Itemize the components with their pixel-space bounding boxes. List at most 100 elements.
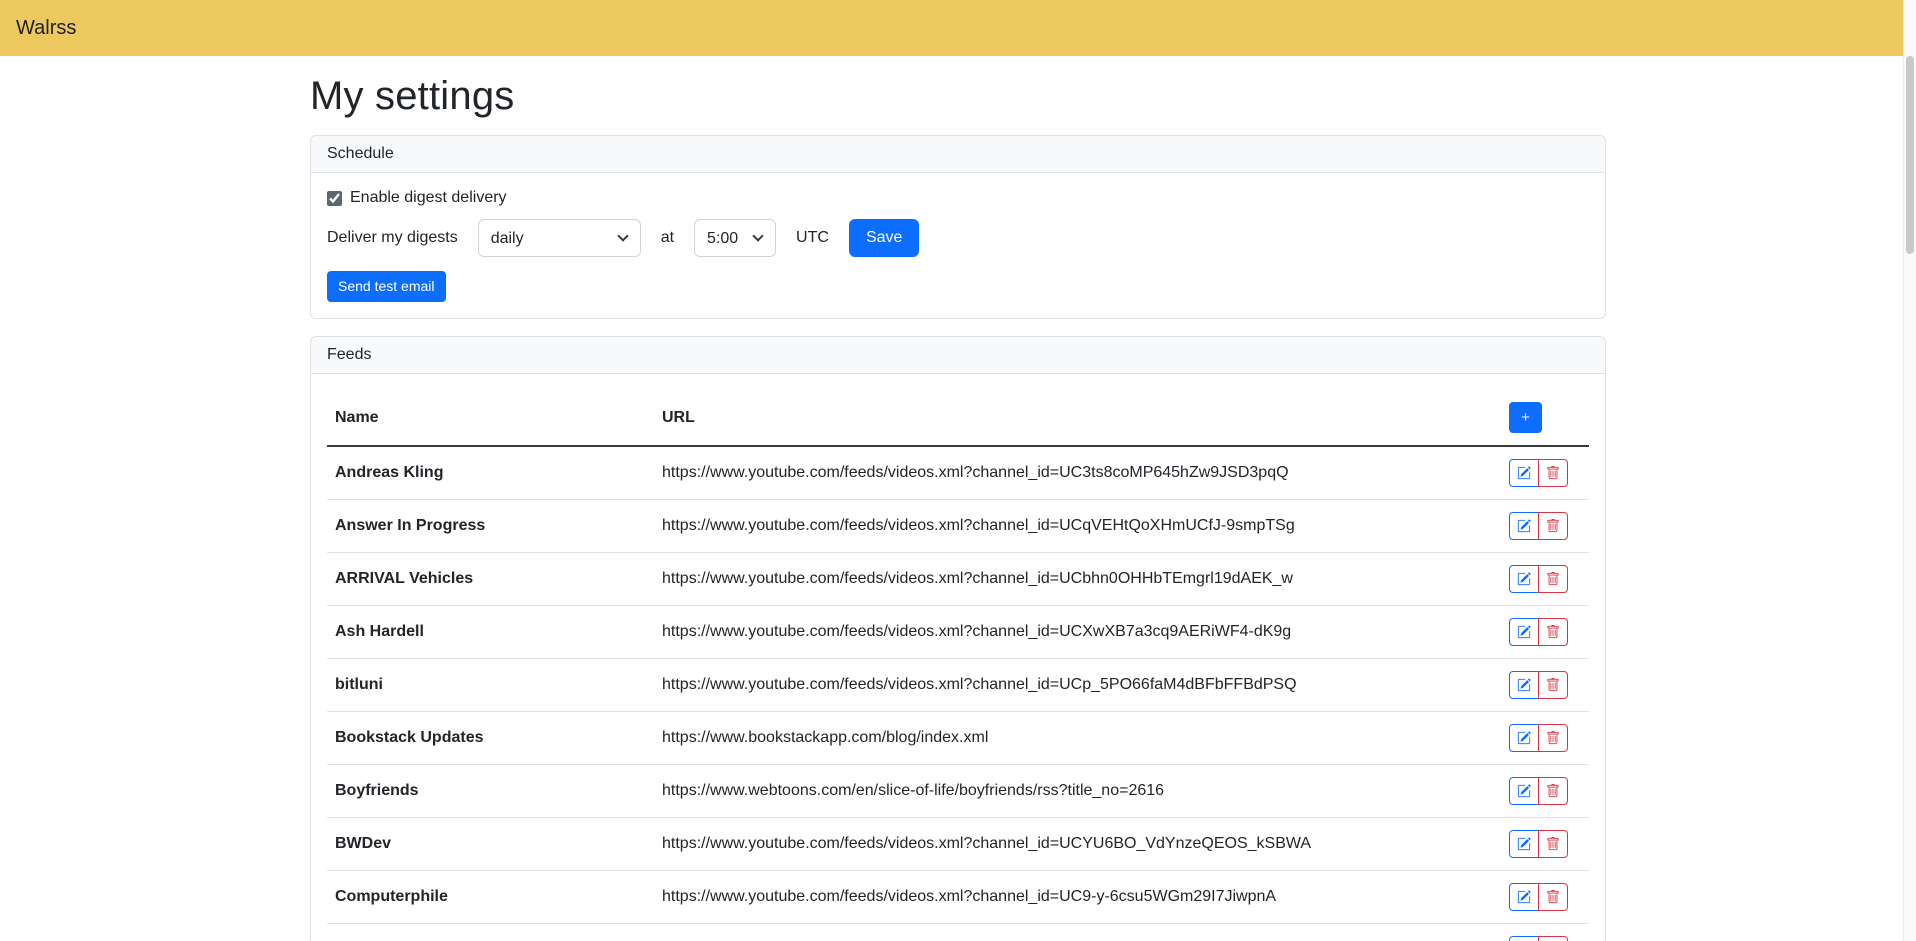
pencil-square-icon: [1517, 678, 1531, 692]
delete-feed-button[interactable]: [1538, 618, 1568, 646]
enable-digest-row: Enable digest delivery: [327, 189, 1589, 207]
feeds-card-header: Feeds: [311, 337, 1605, 374]
save-button[interactable]: Save: [849, 219, 919, 257]
feed-actions-group: [1509, 618, 1568, 646]
delete-feed-button[interactable]: [1538, 459, 1568, 487]
send-test-email-button[interactable]: Send test email: [327, 271, 446, 302]
enable-digest-checkbox[interactable]: [327, 191, 342, 206]
feed-url: https://www.youtube.com/feeds/videos.xml…: [654, 659, 1501, 712]
trash-icon: [1546, 625, 1560, 639]
delete-feed-button[interactable]: [1538, 724, 1568, 752]
edit-feed-button[interactable]: [1509, 512, 1539, 540]
feed-actions: [1501, 871, 1589, 924]
delete-feed-button[interactable]: [1538, 671, 1568, 699]
column-header-name: Name: [327, 390, 654, 446]
feed-row: Ash Hardell https://www.youtube.com/feed…: [327, 606, 1589, 659]
feed-actions: [1501, 659, 1589, 712]
feed-url: https://www.youtube.com/feeds/videos.xml…: [654, 871, 1501, 924]
feed-row: ARRIVAL Vehicles https://www.youtube.com…: [327, 553, 1589, 606]
edit-feed-button[interactable]: [1509, 830, 1539, 858]
schedule-card-body: Enable digest delivery Deliver my digest…: [311, 173, 1605, 318]
trash-icon: [1546, 890, 1560, 904]
edit-feed-button[interactable]: [1509, 671, 1539, 699]
edit-feed-button[interactable]: [1509, 565, 1539, 593]
brand-link[interactable]: Walrss: [16, 17, 76, 40]
feed-actions: [1501, 712, 1589, 765]
feed-url: https://www.bookstackapp.com/blog/index.…: [654, 712, 1501, 765]
delete-feed-button[interactable]: [1538, 936, 1568, 941]
delete-feed-button[interactable]: [1538, 883, 1568, 911]
frequency-select[interactable]: daily: [478, 219, 641, 257]
feed-actions: [1501, 606, 1589, 659]
page-title: My settings: [310, 74, 1606, 119]
trash-icon: [1546, 572, 1560, 586]
time-select[interactable]: 5:00: [694, 219, 776, 257]
delete-feed-button[interactable]: [1538, 830, 1568, 858]
feed-actions: [1501, 818, 1589, 871]
plus-icon: +: [1521, 406, 1530, 430]
feeds-card: Feeds Name URL + Andreas Kling https://w…: [310, 336, 1606, 941]
feed-row: Boyfriends https://www.webtoons.com/en/s…: [327, 765, 1589, 818]
edit-feed-button[interactable]: [1509, 724, 1539, 752]
feed-row: Andreas Kling https://www.youtube.com/fe…: [327, 446, 1589, 500]
delivery-controls-row: Deliver my digests daily at 5:00 UTC Sav…: [327, 219, 1589, 257]
feed-actions: [1501, 446, 1589, 500]
edit-feed-button[interactable]: [1509, 618, 1539, 646]
pencil-square-icon: [1517, 784, 1531, 798]
feed-actions-group: [1509, 512, 1568, 540]
schedule-card-header: Schedule: [311, 136, 1605, 173]
trash-icon: [1546, 519, 1560, 533]
pencil-square-icon: [1517, 837, 1531, 851]
trash-icon: [1546, 731, 1560, 745]
edit-feed-button[interactable]: [1509, 459, 1539, 487]
feed-row: Computerphile https://www.youtube.com/fe…: [327, 871, 1589, 924]
feed-actions-group: [1509, 724, 1568, 752]
feeds-card-body: Name URL + Andreas Kling https://www.you…: [311, 374, 1605, 941]
feed-name: Ash Hardell: [327, 606, 654, 659]
column-header-url: URL: [654, 390, 1501, 446]
feed-name: Computerphile: [327, 871, 654, 924]
feed-actions: [1501, 553, 1589, 606]
trash-icon: [1546, 784, 1560, 798]
scrollbar[interactable]: [1903, 0, 1916, 941]
feeds-table: Name URL + Andreas Kling https://www.you…: [327, 390, 1589, 941]
feed-row: bitluni https://www.youtube.com/feeds/vi…: [327, 659, 1589, 712]
feed-row: Bookstack Updates https://www.bookstacka…: [327, 712, 1589, 765]
scrollbar-thumb[interactable]: [1906, 56, 1914, 254]
delete-feed-button[interactable]: [1538, 565, 1568, 593]
feed-actions-group: [1509, 936, 1568, 941]
add-feed-button[interactable]: +: [1509, 402, 1542, 433]
main-container: My settings Schedule Enable digest deliv…: [298, 74, 1618, 941]
feed-actions: [1501, 765, 1589, 818]
column-header-actions: +: [1501, 390, 1589, 446]
pencil-square-icon: [1517, 572, 1531, 586]
feed-url: https://www.youtube.com/feeds/videos.xml…: [654, 606, 1501, 659]
timezone-label: UTC: [796, 229, 829, 247]
feed-actions-group: [1509, 830, 1568, 858]
feeds-header-row: Name URL +: [327, 390, 1589, 446]
frequency-select-wrap: daily: [478, 219, 641, 257]
navbar: Walrss: [0, 0, 1916, 56]
pencil-square-icon: [1517, 890, 1531, 904]
trash-icon: [1546, 837, 1560, 851]
feed-name: Bookstack Updates: [327, 712, 654, 765]
feed-name: Boyfriends: [327, 765, 654, 818]
feed-name: Fireship: [327, 924, 654, 941]
edit-feed-button[interactable]: [1509, 936, 1539, 941]
edit-feed-button[interactable]: [1509, 883, 1539, 911]
feed-row: Answer In Progress https://www.youtube.c…: [327, 500, 1589, 553]
trash-icon: [1546, 466, 1560, 480]
feed-url: https://www.youtube.com/feeds/videos.xml…: [654, 818, 1501, 871]
feed-name: Andreas Kling: [327, 446, 654, 500]
pencil-square-icon: [1517, 731, 1531, 745]
edit-feed-button[interactable]: [1509, 777, 1539, 805]
delete-feed-button[interactable]: [1538, 512, 1568, 540]
pencil-square-icon: [1517, 466, 1531, 480]
feed-url: https://www.youtube.com/feeds/videos.xml…: [654, 924, 1501, 941]
feed-name: ARRIVAL Vehicles: [327, 553, 654, 606]
feed-name: Answer In Progress: [327, 500, 654, 553]
feeds-table-body: Andreas Kling https://www.youtube.com/fe…: [327, 446, 1589, 941]
delete-feed-button[interactable]: [1538, 777, 1568, 805]
feed-actions-group: [1509, 777, 1568, 805]
feed-url: https://www.youtube.com/feeds/videos.xml…: [654, 553, 1501, 606]
